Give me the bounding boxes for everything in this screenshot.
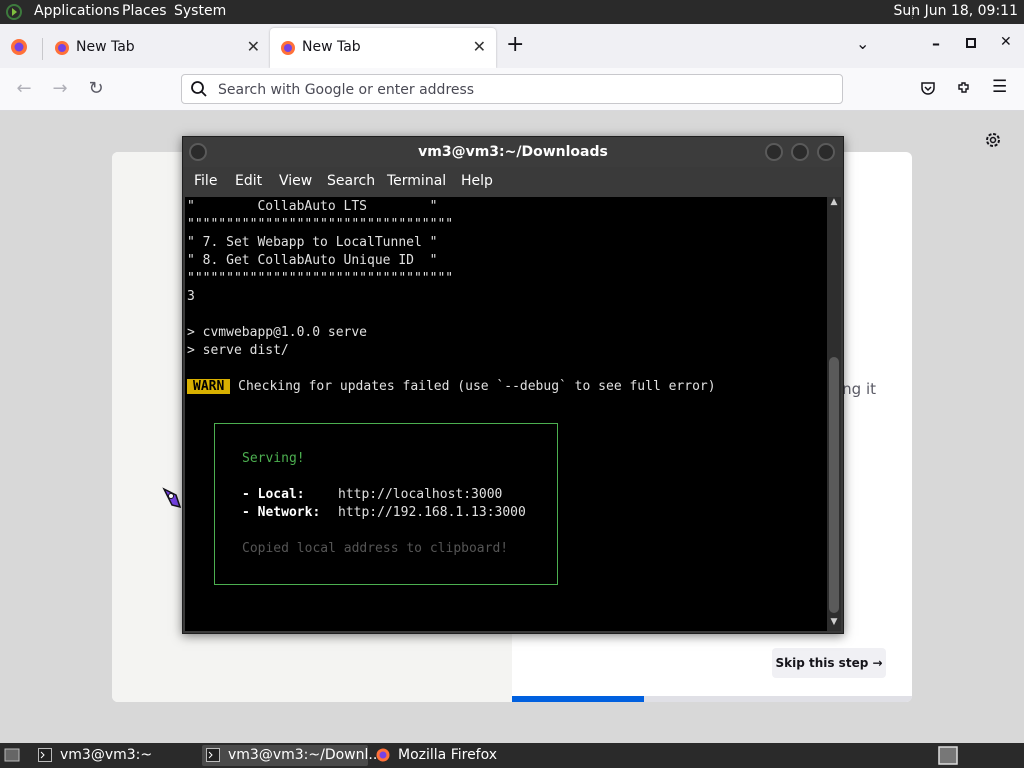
terminal-line: """""""""""""""""""""""""""""""""": [187, 271, 454, 286]
extensions-icon[interactable]: [956, 80, 972, 96]
serve-box: Serving! - Local: http://localhost:3000 …: [214, 423, 558, 585]
menu-help[interactable]: Help: [461, 173, 493, 189]
close-button[interactable]: [817, 143, 835, 161]
close-window-icon[interactable]: ✕: [1000, 34, 1012, 50]
menu-file[interactable]: File: [194, 173, 217, 189]
minimize-icon[interactable]: –: [932, 34, 940, 53]
terminal-line: " 7. Set Webapp to LocalTunnel ": [187, 235, 438, 250]
system-menu[interactable]: System: [174, 3, 226, 19]
tab-new-tab-2[interactable]: New Tab ✕: [270, 28, 496, 68]
places-menu[interactable]: Places: [122, 3, 167, 19]
firefox-icon: [55, 41, 69, 55]
applications-menu[interactable]: Applications: [34, 3, 120, 19]
minimize-button[interactable]: [765, 143, 783, 161]
tab-new-tab-1[interactable]: New Tab ✕: [44, 28, 270, 68]
terminal-line: """""""""""""""""""""""""""""""""": [187, 217, 454, 232]
forward-arrow-icon[interactable]: →: [50, 78, 70, 99]
taskbar-label: vm3@vm3:~/Downl...: [228, 747, 382, 763]
clock[interactable]: Sun Jun 18, 09:11: [894, 3, 1018, 19]
maximize-button[interactable]: [791, 143, 809, 161]
taskbar-label: vm3@vm3:~: [60, 747, 153, 763]
skip-this-step-button[interactable]: Skip this step →: [772, 648, 886, 678]
terminal-scrollbar[interactable]: ▲ ▼: [827, 197, 841, 631]
serving-text: Serving!: [242, 451, 305, 466]
terminal-line: " CollabAuto LTS ": [187, 199, 438, 214]
terminal-menubar: File Edit View Search Terminal Help: [183, 167, 843, 195]
firefox-view-icon[interactable]: [10, 38, 28, 56]
reload-icon[interactable]: ↻: [86, 78, 106, 99]
tab-bar: New Tab ✕ New Tab ✕ + ⌄ – ✕: [0, 24, 1024, 68]
new-tab-plus-icon[interactable]: +: [506, 32, 524, 57]
taskbar-item-terminal-downloads[interactable]: vm3@vm3:~/Downl...: [202, 745, 382, 766]
scrollbar-thumb[interactable]: [829, 357, 839, 613]
tab-label: New Tab: [76, 39, 135, 55]
tab-separator: [42, 38, 43, 60]
network-url: http://192.168.1.13:3000: [338, 505, 526, 520]
warn-text: Checking for updates failed (use `--debu…: [230, 379, 716, 394]
local-url: http://localhost:3000: [338, 487, 503, 502]
terminal-title: vm3@vm3:~/Downloads: [418, 144, 608, 160]
search-icon: [191, 81, 207, 97]
menu-edit[interactable]: Edit: [235, 173, 262, 189]
terminal-titlebar[interactable]: vm3@vm3:~/Downloads: [183, 137, 843, 167]
network-label: - Network:: [242, 505, 321, 520]
taskbar-item-firefox[interactable]: Mozilla Firefox: [372, 745, 542, 766]
pocket-icon[interactable]: [920, 80, 936, 96]
bottom-taskbar: vm3@vm3:~ vm3@vm3:~/Downl... Mozilla Fir…: [0, 743, 1024, 768]
taskbar-label: Mozilla Firefox: [398, 747, 498, 763]
workspace-switcher-icon[interactable]: [938, 746, 958, 765]
scroll-down-arrow-icon[interactable]: ▼: [827, 617, 841, 627]
terminal-window: vm3@vm3:~/Downloads File Edit View Searc…: [182, 136, 844, 634]
copied-text: Copied local address to clipboard!: [242, 541, 509, 556]
warn-line: WARN Checking for updates failed (use `-…: [187, 379, 716, 394]
navigation-bar: ← → ↻ ☰: [0, 68, 1024, 111]
top-panel: Applications Places System Sun Jun 18, 0…: [0, 0, 1024, 24]
url-bar[interactable]: [181, 74, 843, 104]
back-arrow-icon[interactable]: ←: [14, 78, 34, 99]
maximize-icon[interactable]: [966, 38, 976, 48]
show-desktop-icon[interactable]: [4, 748, 20, 762]
terminal-screen[interactable]: " CollabAuto LTS " """""""""""""""""""""…: [185, 197, 827, 631]
settings-gear-icon[interactable]: [984, 131, 1002, 149]
terminal-icon: [206, 748, 220, 762]
terminal-icon: [38, 748, 52, 762]
menu-search[interactable]: Search: [327, 173, 375, 189]
warn-badge: WARN: [187, 379, 231, 394]
progress-fill: [512, 696, 644, 702]
onboarding-progress: [512, 696, 912, 702]
taskbar-item-terminal-home[interactable]: vm3@vm3:~: [34, 745, 198, 766]
scroll-up-arrow-icon[interactable]: ▲: [827, 197, 841, 207]
menu-terminal[interactable]: Terminal: [387, 173, 446, 189]
list-all-tabs-chevron-icon[interactable]: ⌄: [856, 34, 869, 53]
url-input[interactable]: [216, 78, 820, 102]
terminal-line: " 8. Get CollabAuto Unique ID ": [187, 253, 438, 268]
close-tab-icon[interactable]: ✕: [473, 37, 486, 56]
close-tab-icon[interactable]: ✕: [247, 37, 260, 56]
firefox-icon: [376, 748, 390, 762]
menu-view[interactable]: View: [279, 173, 312, 189]
firefox-icon: [281, 41, 295, 55]
gnome-foot-icon[interactable]: [6, 4, 22, 20]
terminal-line: 3: [187, 289, 195, 304]
tab-label: New Tab: [302, 39, 361, 55]
terminal-line: > serve dist/: [187, 343, 289, 358]
local-label: - Local:: [242, 487, 305, 502]
hamburger-menu-icon[interactable]: ☰: [992, 77, 1007, 97]
terminal-line: > cvmwebapp@1.0.0 serve: [187, 325, 368, 340]
